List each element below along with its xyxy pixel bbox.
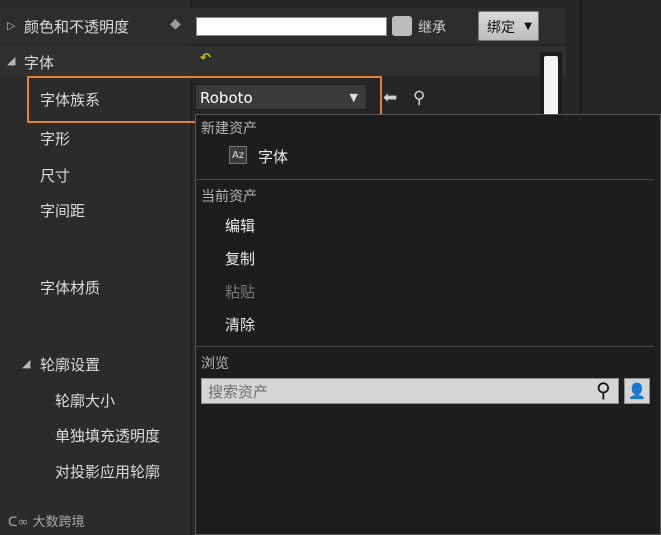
typeface-label: 字形 [40,130,71,148]
new-font-item[interactable]: 字体 [258,146,288,167]
expand-arrow-icon[interactable]: ▷ [7,19,15,32]
font-category-row [0,46,566,76]
user-icon[interactable]: 👤 [624,378,650,404]
size-label: 尺寸 [40,167,71,185]
color-swatch[interactable] [196,17,387,36]
outline-size-label: 轮廓大小 [55,392,116,410]
apply-outline-to-shadows-label: 对投影应用轮廓 [55,463,161,481]
font-material-label: 字体材质 [40,279,101,297]
menu-divider [197,346,654,347]
collapse-arrow-icon[interactable]: ◢ [7,54,15,67]
paste-item[interactable]: 粘贴 [225,281,255,302]
bind-button[interactable]: 绑定 ▼ [478,11,539,41]
asset-search-input[interactable] [201,378,619,404]
watermark-text: 大数跨境 [32,515,85,530]
inherit-label: 继承 [418,20,446,36]
watermark: ᑕ∞ 大数跨境 [8,515,85,530]
clear-item[interactable]: 清除 [225,314,255,335]
collapse-arrow-icon[interactable]: ◢ [22,357,30,370]
letter-spacing-label: 字间距 [40,202,86,220]
asset-dropdown-menu [195,114,661,535]
inherit-checkbox[interactable] [392,16,412,36]
scrollbar-thumb[interactable] [544,56,558,116]
font-category-label: 字体 [24,54,55,72]
diamond-icon[interactable]: ◆ [170,16,181,32]
browse-icon[interactable]: ⚲ [413,88,425,108]
bind-button-label: 绑定 [487,20,515,36]
side-divider [580,0,582,120]
chevron-down-icon: ▼ [524,21,532,32]
font-asset-icon: Az [229,146,247,164]
menu-divider [197,179,654,180]
separate-fill-alpha-label: 单独填充透明度 [55,427,161,445]
color-opacity-label: 颜色和不透明度 [24,18,130,36]
browse-header: 浏览 [201,356,229,372]
outline-settings-label: 轮廓设置 [40,356,101,374]
new-asset-header: 新建资产 [201,121,257,137]
current-asset-header: 当前资产 [201,189,257,205]
edit-item[interactable]: 编辑 [225,215,255,236]
search-icon[interactable]: ⚲ [596,378,611,402]
reset-arrow-icon[interactable]: ↶ [200,51,211,66]
use-selected-icon[interactable]: ⬅ [383,88,397,108]
copy-item[interactable]: 复制 [225,248,255,269]
